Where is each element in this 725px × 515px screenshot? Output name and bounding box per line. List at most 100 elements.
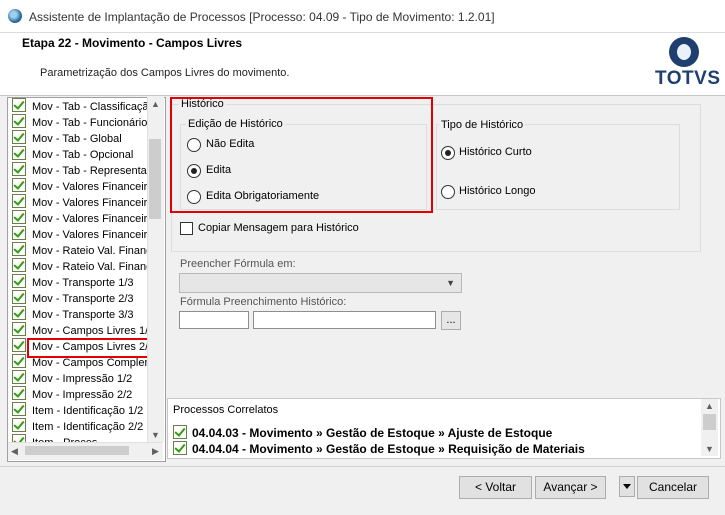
step-done-icon [12, 306, 26, 320]
step-list-item-label: Mov - Impressão 2/2 [32, 389, 133, 401]
copiar-mensagem-checkbox[interactable] [180, 222, 193, 235]
checkmark-icon [173, 441, 187, 455]
step-list-item[interactable]: Mov - Valores Financeiro [12, 210, 147, 226]
correlato-item-label: 04.04.04 - Movimento » Gestão de Estoque… [192, 442, 585, 456]
scroll-down-icon[interactable]: ▼ [705, 444, 714, 454]
tipo-historico-group [436, 124, 680, 210]
step-done-icon [12, 370, 26, 384]
step-done-icon [12, 258, 26, 272]
step-list-item[interactable]: Mov - Valores Financeiro [12, 178, 147, 194]
totvs-logo-text: TOTVS [655, 68, 721, 89]
correlato-item[interactable]: 04.04.03 - Movimento » Gestão de Estoque… [173, 425, 552, 440]
step-list-item[interactable]: Mov - Tab - Opcional [12, 146, 147, 162]
options-menu-button[interactable] [619, 476, 635, 497]
step-done-icon [12, 418, 26, 432]
step-list-item-label: Mov - Valores Financeiro [32, 181, 147, 193]
step-list-item-label: Item - Identificação 2/2 [32, 421, 144, 433]
step-list-item-label: Mov - Campos Compleme [32, 357, 147, 369]
step-list-item[interactable]: Item - Identificação 1/2 [12, 402, 147, 418]
footer-divider [0, 466, 725, 467]
step-list-item[interactable]: Mov - Transporte 1/3 [12, 274, 147, 290]
scroll-up-icon[interactable]: ▲ [151, 99, 160, 109]
formula-code-input[interactable] [179, 311, 249, 329]
step-done-icon [12, 146, 26, 160]
step-done-icon [12, 98, 26, 112]
preencher-formula-label: Preencher Fórmula em: [180, 258, 296, 270]
step-list-item-label: Mov - Tab - Representan [32, 165, 147, 177]
step-list-item-label: Item - Identificação 1/2 [32, 405, 144, 417]
step-list-item-label: Mov - Tab - Global [32, 133, 122, 145]
step-done-icon [12, 194, 26, 208]
tipo-historico-label: Tipo de Histórico [439, 119, 526, 131]
cancel-button[interactable]: Cancelar [637, 476, 709, 499]
step-list-item[interactable]: Mov - Rateio Val. Financ [12, 242, 147, 258]
step-list-item-label: Mov - Rateio Val. Financ [32, 245, 147, 257]
step-done-icon [12, 274, 26, 288]
formula-browse-button[interactable]: ... [441, 311, 461, 330]
correlatos-scroll-thumb[interactable] [703, 414, 716, 430]
step-list-item[interactable]: Mov - Impressão 1/2 [12, 370, 147, 386]
next-button[interactable]: Avançar > [535, 476, 606, 499]
chevron-down-icon: ▼ [446, 278, 455, 288]
step-list-item[interactable]: Mov - Tab - Representan [12, 162, 147, 178]
scroll-down-icon[interactable]: ▼ [151, 430, 160, 440]
step-list-item[interactable]: Mov - Transporte 3/3 [12, 306, 147, 322]
step-list-item-label: Mov - Transporte 2/3 [32, 293, 134, 305]
step-done-icon [12, 290, 26, 304]
step-done-icon [12, 114, 26, 128]
scroll-left-icon[interactable]: ◀ [11, 446, 18, 457]
step-list-item[interactable]: Mov - Transporte 2/3 [12, 290, 147, 306]
step-list-item-label: Mov - Valores Financeiro [32, 197, 147, 209]
step-list-item[interactable]: Mov - Valores Financeiro [12, 226, 147, 242]
step-list-item-label: Mov - Tab - Classificaçã [32, 101, 147, 113]
step-done-icon [12, 162, 26, 176]
step-list-item-label: Mov - Tab - Opcional [32, 149, 134, 161]
step-done-icon [12, 354, 26, 368]
scroll-right-icon[interactable]: ▶ [152, 446, 159, 457]
formula-description-input[interactable] [253, 311, 436, 329]
step-list-item-label: Mov - Valores Financeiro [32, 213, 147, 225]
step-list-item[interactable]: Mov - Valores Financeiro [12, 194, 147, 210]
step-list-item-label: Mov - Transporte 1/3 [32, 277, 134, 289]
step-list-scroll-thumb[interactable] [149, 139, 161, 219]
step-list-item[interactable]: Mov - Impressão 2/2 [12, 386, 147, 402]
step-done-icon [12, 386, 26, 400]
step-done-icon [12, 178, 26, 192]
radio-historico-curto[interactable] [441, 146, 455, 160]
checkmark-icon [173, 425, 187, 439]
step-done-icon [12, 226, 26, 240]
step-list-item[interactable]: Mov - Tab - Funcionário [12, 114, 147, 130]
step-list-item-label: Mov - Campos Livres 1/2 [32, 325, 147, 337]
step-done-icon [12, 322, 26, 336]
app-icon [8, 9, 22, 23]
step-done-icon [12, 210, 26, 224]
processos-correlatos-title: Processos Correlatos [173, 404, 279, 416]
back-button[interactable]: < Voltar [459, 476, 532, 499]
step-list-item-label: Mov - Impressão 1/2 [32, 373, 133, 385]
step-done-icon [12, 130, 26, 144]
step-done-icon [12, 242, 26, 256]
step-list-item[interactable]: Item - Identificação 2/2 [12, 418, 147, 434]
window-title: Assistente de Implantação de Processos [… [29, 10, 495, 24]
copiar-mensagem-label: Copiar Mensagem para Histórico [198, 222, 359, 234]
step-title: Etapa 22 - Movimento - Campos Livres [22, 36, 243, 50]
correlato-item[interactable]: 04.04.04 - Movimento » Gestão de Estoque… [173, 441, 585, 456]
step-done-icon [12, 338, 26, 352]
step-list-item-label: Mov - Rateio Val. Financ [32, 261, 147, 273]
preencher-formula-select[interactable]: ▼ [179, 273, 462, 293]
step-list-item[interactable]: Mov - Tab - Classificaçã [12, 98, 147, 114]
step-description: Parametrização dos Campos Livres do movi… [40, 67, 290, 79]
step-list-item-label: Mov - Transporte 3/3 [32, 309, 134, 321]
radio-historico-longo-label: Histórico Longo [459, 185, 536, 197]
scroll-up-icon[interactable]: ▲ [705, 401, 714, 411]
formula-preenchimento-label: Fórmula Preenchimento Histórico: [180, 296, 347, 308]
radio-historico-longo[interactable] [441, 185, 455, 199]
step-list-hscroll-thumb[interactable] [25, 446, 129, 455]
radio-historico-curto-label: Histórico Curto [459, 146, 532, 158]
step-list-item[interactable]: Mov - Campos Livres 1/2 [12, 322, 147, 338]
selected-step-highlight [27, 338, 154, 358]
step-list-item[interactable]: Mov - Tab - Global [12, 130, 147, 146]
step-list-item[interactable]: Mov - Rateio Val. Financ [12, 258, 147, 274]
step-list-item-label: Mov - Tab - Funcionário [32, 117, 147, 129]
historico-highlight [170, 97, 433, 213]
